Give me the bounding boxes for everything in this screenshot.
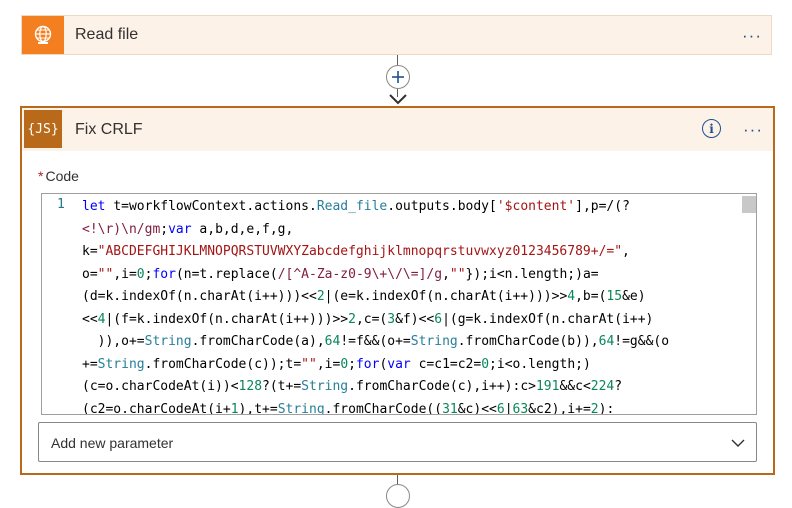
code-line: k="ABCDEFGHIJKLMNOPQRSTUVWXYZabcdefghijk… (82, 241, 732, 264)
connector-line (397, 55, 398, 65)
code-editor[interactable]: 1 let t=workflowContext.actions.Read_fil… (41, 193, 757, 415)
globe-gear-icon (22, 16, 64, 54)
plus-icon (391, 70, 405, 84)
code-line: <<4|(f=k.indexOf(n.charAt(i++)))>>2,c=(3… (82, 309, 732, 332)
code-field-label: *Code (38, 168, 79, 184)
read-file-title: Read file (75, 26, 138, 44)
code-line: +=String.fromCharCode(c));t="",i=0;for(v… (82, 354, 732, 377)
chevron-down-icon (730, 435, 746, 451)
code-line: <!\r)\n/gm;var a,b,d,e,f,g, (82, 219, 732, 242)
add-new-parameter-label: Add new parameter (51, 435, 173, 451)
more-options-button[interactable]: ··· (742, 27, 762, 44)
chevron-down-icon (388, 92, 408, 106)
code-label-text: Code (45, 168, 78, 184)
add-new-parameter-dropdown[interactable]: Add new parameter (38, 422, 757, 462)
read-file-card[interactable]: Read file ··· (21, 15, 772, 55)
code-content[interactable]: let t=workflowContext.actions.Read_file.… (82, 196, 732, 415)
insert-step-button[interactable] (386, 65, 410, 89)
code-line: (d=k.indexOf(n.charAt(i++)))<<2|(e=k.ind… (82, 286, 732, 309)
fix-crlf-header[interactable]: {JS} Fix CRLF i ··· (22, 108, 773, 151)
code-line: (c2=o.charCodeAt(i+1),t+=String.fromChar… (82, 399, 732, 416)
code-line: )),o+=String.fromCharCode(a),64!=f&&(o+=… (82, 331, 732, 354)
code-line: o="",i=0;for(n=t.replace(/[^A-Za-z0-9\+\… (82, 264, 732, 287)
info-icon[interactable]: i (702, 119, 721, 138)
line-number: 1 (57, 197, 65, 212)
insert-step-button[interactable] (386, 484, 410, 508)
javascript-icon: {JS} (24, 110, 62, 148)
fix-crlf-title: Fix CRLF (75, 121, 143, 139)
scrollbar-thumb[interactable] (742, 196, 756, 213)
line-number-gutter: 1 (42, 194, 76, 414)
required-mark: * (38, 168, 43, 184)
fix-crlf-card: {JS} Fix CRLF i ··· *Code 1 let t=workfl… (20, 106, 775, 475)
editor-scrollbar[interactable] (742, 194, 756, 414)
more-options-button[interactable]: ··· (743, 121, 763, 138)
code-line: let t=workflowContext.actions.Read_file.… (82, 196, 732, 219)
code-line: (c=o.charCodeAt(i))<128?(t+=String.fromC… (82, 376, 732, 399)
